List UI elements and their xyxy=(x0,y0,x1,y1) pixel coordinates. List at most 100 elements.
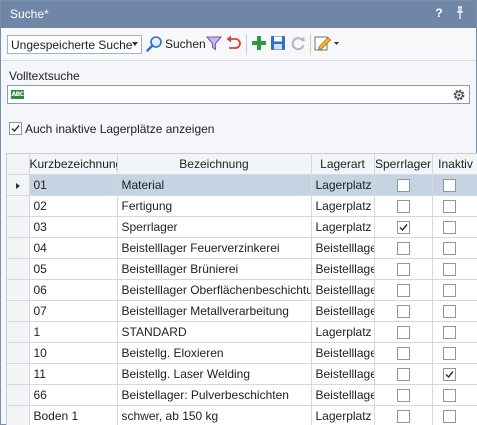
inaktiv-checkbox[interactable] xyxy=(442,178,456,192)
cell-inaktiv xyxy=(432,363,477,385)
sperrlager-checkbox[interactable] xyxy=(396,241,410,255)
cell-lagerart: Lagerplatz xyxy=(311,321,375,343)
table-row[interactable]: 06 Beistelllager Oberflächenbeschichtung B… xyxy=(7,279,477,301)
inaktiv-checkbox[interactable] xyxy=(442,220,456,234)
panel-title: Suche* xyxy=(10,7,49,21)
inaktiv-checkbox[interactable] xyxy=(442,262,456,276)
cell-lagerart: Lagerplatz xyxy=(311,195,375,217)
cell-sperrlager xyxy=(374,363,433,385)
row-indicator xyxy=(7,363,30,385)
row-indicator xyxy=(7,384,30,406)
inaktiv-checkbox[interactable] xyxy=(442,325,456,339)
cell-lagerart: Beistelllager xyxy=(311,342,375,364)
fulltext-field[interactable]: ABC xyxy=(7,85,470,104)
cell-kurzbezeichnung: 1 xyxy=(29,321,118,343)
table-row[interactable]: 66 Beistellager: Pulverbeschichten Beistel… xyxy=(7,384,477,406)
sperrlager-checkbox[interactable] xyxy=(396,262,410,276)
cell-bezeichnung: Beistellager: Pulverbeschichten xyxy=(117,384,312,406)
cell-bezeichnung: Material xyxy=(117,174,312,196)
inaktiv-checkbox[interactable] xyxy=(442,388,456,402)
table-row[interactable]: Boden 1 schwer, ab 150 kg Lagerplatz xyxy=(7,405,477,425)
toolbar-separator xyxy=(310,34,311,55)
save-button[interactable] xyxy=(269,34,287,54)
gear-icon xyxy=(453,89,465,101)
table-row[interactable]: 01 Material Lagerplatz xyxy=(7,174,477,196)
inaktiv-checkbox[interactable] xyxy=(442,304,456,318)
reset-button[interactable] xyxy=(224,34,242,54)
cell-kurzbezeichnung: 05 xyxy=(29,258,118,280)
cell-bezeichnung: Beistelllager Oberflächenbeschichtung xyxy=(117,279,312,301)
sperrlager-checkbox[interactable] xyxy=(396,178,410,192)
column-header[interactable]: Lagerart xyxy=(311,154,375,175)
row-indicator xyxy=(7,237,30,259)
cell-bezeichnung: Sperrlager xyxy=(117,216,312,238)
chevron-down-icon xyxy=(132,42,138,46)
fulltext-options-button[interactable] xyxy=(452,88,466,105)
cell-inaktiv xyxy=(432,405,477,425)
cell-kurzbezeichnung: 66 xyxy=(29,384,118,406)
cell-kurzbezeichnung: 11 xyxy=(29,363,118,385)
sperrlager-checkbox[interactable] xyxy=(396,388,410,402)
inaktiv-checkbox[interactable] xyxy=(442,346,456,360)
cell-sperrlager xyxy=(374,195,433,217)
row-indicator xyxy=(7,195,30,217)
cell-kurzbezeichnung: 03 xyxy=(29,216,118,238)
cell-kurzbezeichnung: 01 xyxy=(29,174,118,196)
sperrlager-checkbox[interactable] xyxy=(396,325,410,339)
sperrlager-checkbox[interactable] xyxy=(396,283,410,297)
table-row[interactable]: 05Beistelllager BrüniereiBeistelllager xyxy=(7,258,477,280)
cell-lagerart: Beistelllager xyxy=(311,279,375,301)
abc-icon: ABC xyxy=(11,90,24,99)
search-icon xyxy=(146,36,162,52)
inaktiv-checkbox[interactable] xyxy=(442,367,456,381)
inactive-option-label: Auch inaktive Lagerplätze anzeigen xyxy=(25,122,215,136)
save-icon xyxy=(271,36,285,50)
cell-inaktiv xyxy=(432,321,477,343)
cell-sperrlager xyxy=(374,237,433,259)
sperrlager-checkbox[interactable] xyxy=(396,199,410,213)
filter-button[interactable] xyxy=(205,34,223,54)
sperrlager-checkbox[interactable] xyxy=(396,409,410,423)
inaktiv-checkbox[interactable] xyxy=(442,409,456,423)
search-panel: Suche* ? Ungespeicherte Suche Suchen Vol… xyxy=(0,0,477,425)
table-row[interactable]: 11Beistellg. Laser WeldingBeistelllager xyxy=(7,363,477,385)
column-header[interactable]: Bezeichnung xyxy=(117,154,312,175)
table-body: 01 Material Lagerplatz 02 Fertigung Lagerplat… xyxy=(7,174,477,425)
column-header[interactable]: Inaktiv xyxy=(432,154,477,175)
cell-inaktiv xyxy=(432,216,477,238)
cell-kurzbezeichnung: Boden 1 xyxy=(29,405,118,425)
current-row-indicator-icon xyxy=(15,182,20,189)
table-row[interactable]: 03 Sperrlager Lagerplatz xyxy=(7,216,477,238)
search-button[interactable]: Suchen xyxy=(146,34,206,54)
add-button[interactable] xyxy=(250,34,268,54)
refresh-button[interactable] xyxy=(289,34,307,54)
saved-search-select[interactable]: Ungespeicherte Suche xyxy=(7,35,142,54)
cell-bezeichnung: Beistelllager Brünierei xyxy=(117,258,312,280)
edit-menu-button[interactable] xyxy=(314,34,340,54)
cell-sperrlager xyxy=(374,342,433,364)
help-button[interactable]: ? xyxy=(432,6,446,22)
row-indicator xyxy=(7,405,30,425)
cell-sperrlager xyxy=(374,321,433,343)
sperrlager-checkbox[interactable] xyxy=(396,220,410,234)
cell-inaktiv xyxy=(432,195,477,217)
inaktiv-checkbox[interactable] xyxy=(442,199,456,213)
cell-sperrlager xyxy=(374,216,433,238)
inaktiv-checkbox[interactable] xyxy=(442,283,456,297)
inactive-option-checkbox[interactable] xyxy=(9,122,22,135)
cell-lagerart: Beistelllager xyxy=(311,300,375,322)
table-row[interactable]: 07 Beistelllager Metallverarbeitung Beiste… xyxy=(7,300,477,322)
sperrlager-checkbox[interactable] xyxy=(396,346,410,360)
sperrlager-checkbox[interactable] xyxy=(396,304,410,318)
column-header[interactable]: Sperrlager xyxy=(374,154,433,175)
pin-button[interactable] xyxy=(453,6,467,22)
sperrlager-checkbox[interactable] xyxy=(396,367,410,381)
table-row[interactable]: 04 Beistelllager Feuerverzinkerei Beistell… xyxy=(7,237,477,259)
search-button-label: Suchen xyxy=(165,37,206,51)
column-header[interactable]: Kurzbezeichnung xyxy=(29,154,118,175)
table-row[interactable]: 02 Fertigung Lagerplatz xyxy=(7,195,477,217)
fulltext-input[interactable] xyxy=(26,87,446,102)
table-row[interactable]: 10Beistellg. EloxierenBeistelllager xyxy=(7,342,477,364)
inaktiv-checkbox[interactable] xyxy=(442,241,456,255)
table-row[interactable]: 1 STANDARD Lagerplatz xyxy=(7,321,477,343)
